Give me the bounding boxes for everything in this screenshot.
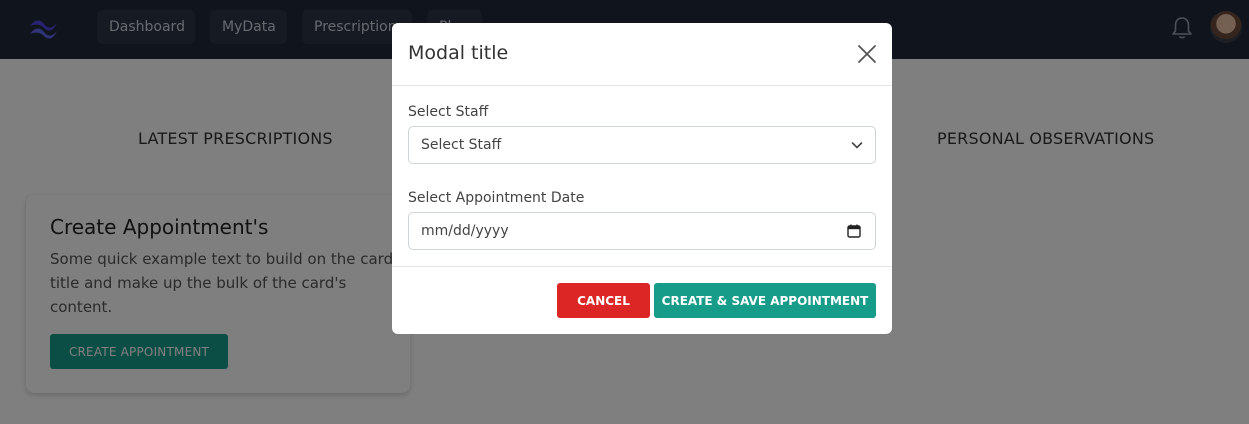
appointment-date-input[interactable]: mm/dd/yyyy: [408, 212, 876, 250]
modal-header: Modal title: [392, 23, 892, 86]
appointment-date-placeholder: mm/dd/yyyy: [421, 223, 509, 239]
modal-footer: CANCEL CREATE & SAVE APPOINTMENT: [392, 266, 892, 334]
chevron-down-icon: [851, 142, 863, 149]
close-icon[interactable]: [856, 43, 878, 65]
create-save-appointment-button[interactable]: CREATE & SAVE APPOINTMENT: [654, 283, 876, 318]
appointment-date-label: Select Appointment Date: [408, 190, 585, 206]
select-staff-label: Select Staff: [408, 104, 489, 120]
select-staff-dropdown[interactable]: Select Staff: [408, 126, 876, 164]
modal-title: Modal title: [408, 42, 509, 64]
select-staff-value: Select Staff: [421, 137, 502, 153]
appointment-modal: Modal title Select Staff Select Staff Se…: [392, 23, 892, 334]
calendar-icon[interactable]: [847, 224, 861, 238]
cancel-button[interactable]: CANCEL: [557, 283, 650, 318]
